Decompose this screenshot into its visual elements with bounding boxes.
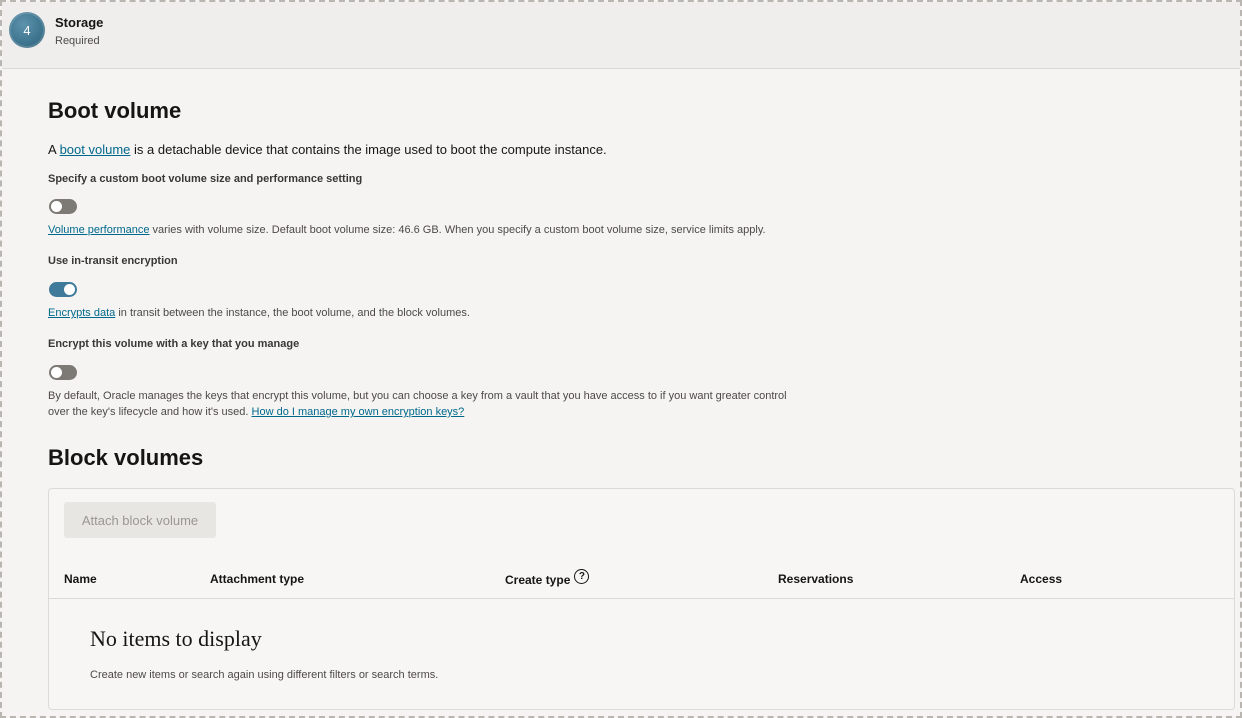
- storage-section: 4 Storage Required Boot volume A boot vo…: [0, 0, 1242, 718]
- boot-volume-link[interactable]: boot volume: [60, 142, 131, 157]
- step-title: Storage: [55, 15, 104, 30]
- empty-state-title: No items to display: [90, 626, 262, 651]
- block-volumes-panel: Attach block volume Name Attachment type…: [48, 488, 1235, 710]
- in-transit-toggle[interactable]: [49, 282, 77, 297]
- custom-size-help-text: varies with volume size. Default boot vo…: [149, 224, 766, 236]
- column-header-access[interactable]: Access: [1020, 572, 1062, 586]
- column-header-attachment-type[interactable]: Attachment type: [210, 572, 304, 586]
- toggle-knob: [51, 201, 62, 212]
- toggle-knob: [51, 367, 62, 378]
- toggle-knob: [64, 284, 75, 295]
- intro-prefix: A: [48, 142, 60, 157]
- volume-performance-link[interactable]: Volume performance: [48, 224, 150, 236]
- step-subtitle: Required: [55, 35, 100, 47]
- table-divider: [49, 598, 1234, 599]
- create-type-label: Create type: [505, 572, 571, 587]
- manage-keys-link[interactable]: How do I manage my own encryption keys?: [252, 406, 465, 418]
- intro-suffix: is a detachable device that contains the…: [130, 142, 607, 157]
- custom-size-help: Volume performance varies with volume si…: [48, 222, 808, 238]
- in-transit-label: Use in-transit encryption: [48, 255, 178, 267]
- in-transit-help-text: in transit between the instance, the boo…: [115, 307, 470, 319]
- empty-state-subtitle: Create new items or search again using d…: [90, 669, 439, 681]
- block-volumes-heading: Block volumes: [48, 445, 204, 470]
- boot-volume-heading: Boot volume: [48, 98, 182, 123]
- custom-size-toggle[interactable]: [49, 199, 77, 214]
- column-header-reservations[interactable]: Reservations: [778, 572, 853, 586]
- custom-size-label: Specify a custom boot volume size and pe…: [48, 173, 363, 185]
- column-header-name[interactable]: Name: [64, 572, 97, 586]
- own-key-toggle[interactable]: [49, 365, 77, 380]
- step-number-badge: 4: [9, 12, 45, 48]
- encrypts-data-link[interactable]: Encrypts data: [48, 307, 115, 319]
- own-key-label: Encrypt this volume with a key that you …: [48, 338, 300, 350]
- step-header[interactable]: 4 Storage Required: [2, 2, 1240, 69]
- question-circle-icon[interactable]: ?: [574, 569, 590, 584]
- boot-volume-intro: A boot volume is a detachable device tha…: [48, 142, 607, 157]
- attach-block-volume-button[interactable]: Attach block volume: [64, 502, 216, 538]
- column-header-create-type[interactable]: Create type ?: [505, 569, 590, 587]
- in-transit-help: Encrypts data in transit between the ins…: [48, 305, 808, 321]
- own-key-help: By default, Oracle manages the keys that…: [48, 388, 808, 420]
